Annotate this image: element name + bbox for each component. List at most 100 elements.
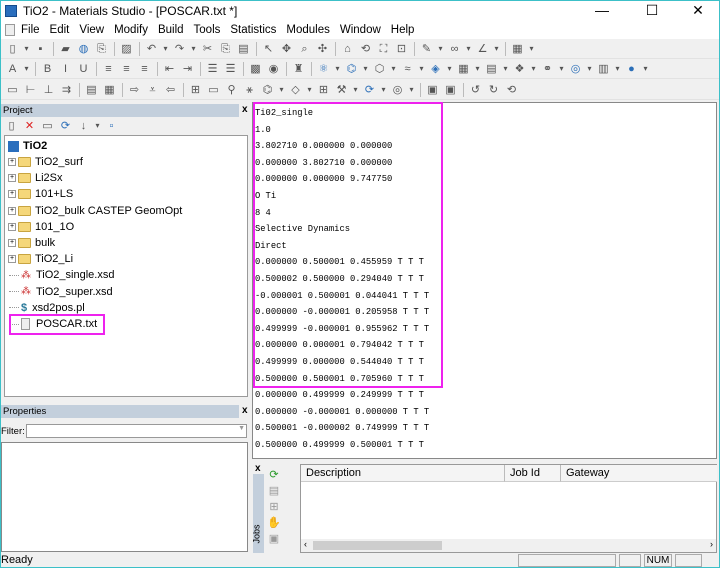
move-icon[interactable]: ✥ (278, 41, 295, 57)
tree-item[interactable]: + Li2Sx (5, 170, 63, 186)
pen-icon[interactable]: ✎ (418, 41, 435, 57)
image-icon[interactable]: ▩ (247, 61, 264, 77)
cube-icon[interactable]: ▣ (424, 82, 441, 98)
table-icon[interactable]: ▤ (83, 82, 100, 98)
new-file-icon[interactable]: ▯ (4, 41, 21, 57)
indent-more-icon[interactable]: ⇥ (179, 61, 196, 77)
project-root[interactable]: TiO2 (5, 138, 47, 154)
align-center-icon[interactable]: ≡ (118, 61, 135, 77)
tree-item[interactable]: + TiO2_bulk CASTEP GeomOpt (5, 203, 182, 219)
connect-icon[interactable]: ⇉ (58, 82, 75, 98)
bold-icon[interactable]: B (39, 61, 56, 77)
nano-icon[interactable]: ◎ (567, 61, 584, 77)
mesh-icon[interactable]: ▥ (595, 61, 612, 77)
numbered-list-icon[interactable]: ☰ (204, 61, 221, 77)
target-icon[interactable]: ◎ (389, 82, 406, 98)
menu-window[interactable]: Window (340, 24, 381, 36)
dropdown-icon[interactable]: ▾ (557, 61, 566, 77)
dropdown-icon[interactable]: ▾ (445, 61, 454, 77)
molecule-b-icon[interactable]: ⚹ (241, 82, 258, 98)
paste-icon[interactable]: ▤ (235, 41, 252, 57)
tree-item[interactable]: ⁂ TiO2_single.xsd (5, 267, 114, 283)
dropdown-icon[interactable]: ▾ (473, 61, 482, 77)
dropdown-icon[interactable]: ▾ (501, 61, 510, 77)
column-description[interactable]: Description (301, 465, 505, 482)
cut-icon[interactable]: ✂ (199, 41, 216, 57)
underline-icon[interactable]: U (75, 61, 92, 77)
table-grid-icon[interactable]: ▦ (101, 82, 118, 98)
menu-tools[interactable]: Tools (194, 24, 221, 36)
tree-view-icon[interactable]: ⊢ (22, 82, 39, 98)
tree-item[interactable]: +101+LS (5, 186, 73, 202)
dropdown-icon[interactable]: ▾ (492, 41, 501, 57)
tag-icon[interactable]: ◇ (287, 82, 304, 98)
window-layout-icon[interactable]: ▭ (4, 82, 21, 98)
dropdown-icon[interactable]: ▾ (613, 61, 622, 77)
dropdown-icon[interactable]: ▾ (379, 82, 388, 98)
dropdown-icon[interactable]: ▾ (22, 61, 31, 77)
column-gateway[interactable]: Gateway (561, 465, 717, 482)
dropdown-icon[interactable]: ▾ (389, 61, 398, 77)
expand-icon[interactable]: + (8, 158, 16, 166)
project-close-button[interactable]: x (242, 104, 248, 115)
rotate-right-icon[interactable]: ↻ (485, 82, 502, 98)
undo-icon[interactable]: ↶ (143, 41, 160, 57)
dropdown-icon[interactable]: ▾ (641, 61, 650, 77)
surface-icon[interactable]: ▦ (455, 61, 472, 77)
import-data-icon[interactable]: ⇦ (162, 82, 179, 98)
dropdown-icon[interactable]: ▾ (436, 41, 445, 57)
jobs-tab[interactable]: Jobs (252, 474, 264, 553)
tree-item[interactable]: + TiO2_surf (5, 154, 83, 170)
atom-build-icon[interactable]: ⚛ (315, 61, 332, 77)
lasso-icon[interactable]: ∞ (446, 41, 463, 57)
filter-icon[interactable]: ⩡ (144, 82, 161, 98)
web-open-icon[interactable]: ◍ (75, 41, 92, 57)
menu-edit[interactable]: Edit (50, 24, 70, 36)
refresh-icon[interactable]: ⟳ (57, 118, 74, 134)
expand-icon[interactable]: + (8, 206, 16, 215)
dropdown-icon[interactable]: ▾ (333, 61, 342, 77)
molecule-a-icon[interactable]: ⚲ (223, 82, 240, 98)
grid-icon[interactable]: ▦ (509, 41, 526, 57)
menu-modify[interactable]: Modify (114, 24, 148, 36)
expand-icon[interactable]: + (8, 239, 16, 247)
stop-job-icon[interactable]: ✋ (267, 515, 281, 531)
cluster-icon[interactable]: ❖ (511, 61, 528, 77)
job-properties-icon[interactable]: ▤ (267, 483, 281, 499)
close-button[interactable]: ✕ (681, 1, 715, 21)
menu-build[interactable]: Build (158, 24, 184, 36)
crystal-icon[interactable]: ◈ (427, 61, 444, 77)
globe-icon[interactable]: ◉ (265, 61, 282, 77)
bullet-list-icon[interactable]: ☰ (222, 61, 239, 77)
expand-icon[interactable]: + (8, 190, 16, 199)
dropdown-icon[interactable]: ▾ (22, 41, 31, 57)
chart-b-icon[interactable]: ▭ (205, 82, 222, 98)
open-project-icon[interactable]: ▰ (57, 41, 74, 57)
dropdown-icon[interactable]: ▾ (161, 41, 170, 57)
polymer-icon[interactable]: ⚭ (539, 61, 556, 77)
dropdown-icon[interactable]: ▾ (361, 61, 370, 77)
ring-icon[interactable]: ⬡ (371, 61, 388, 77)
bond-icon[interactable]: ⌬ (343, 61, 360, 77)
sphere-icon[interactable]: ● (623, 61, 640, 77)
font-icon[interactable]: A (4, 61, 21, 77)
dropdown-icon[interactable]: ▾ (527, 41, 536, 57)
expand-icon[interactable]: + (8, 174, 16, 183)
import-icon[interactable]: ⎘ (93, 41, 110, 57)
indent-less-icon[interactable]: ⇤ (161, 61, 178, 77)
job-download-icon[interactable]: ⊞ (267, 499, 281, 515)
menu-help[interactable]: Help (391, 24, 415, 36)
refresh-jobs-icon[interactable]: ⟳ (267, 467, 281, 483)
scroll-right-icon[interactable]: › (710, 539, 713, 549)
library-icon[interactable]: ▫ (103, 118, 120, 134)
expand-icon[interactable]: + (8, 255, 16, 264)
fit-icon[interactable]: ⛶ (375, 41, 392, 57)
align-left-icon[interactable]: ≡ (100, 61, 117, 77)
select-icon[interactable]: ↖ (260, 41, 277, 57)
translate-icon[interactable]: ✣ (314, 41, 331, 57)
tree-item[interactable]: +101_1O (5, 219, 74, 235)
rotate-icon[interactable]: ⟲ (357, 41, 374, 57)
print-icon[interactable]: ▨ (118, 41, 135, 57)
copy-icon[interactable]: ⎘ (217, 41, 234, 57)
dropdown-icon[interactable]: ▾ (417, 61, 426, 77)
